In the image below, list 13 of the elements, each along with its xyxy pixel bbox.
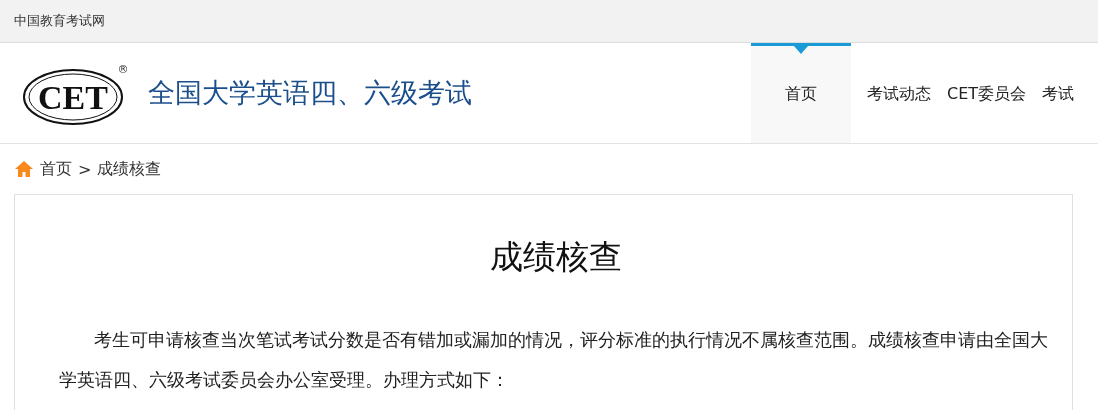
nav-tab[interactable]: 考试动态 [859,43,939,143]
pointer-icon [794,46,808,54]
site-title: 全国大学英语四、六级考试 [148,76,472,110]
breadcrumb-link[interactable]: 首页 [40,158,72,180]
nav-tab[interactable]: 考试 [1034,43,1083,143]
article-title: 成绩核查 [488,236,623,278]
site-name[interactable]: 中国教育考试网 [14,12,105,30]
breadcrumb-separator: > [78,159,92,179]
breadcrumb-current: 成绩核查 [97,158,162,180]
article-paragraph: 考生可申请核查当次笔试考试分数是否有错加或漏加的情况，评分标准的执行情况不属核查范围。成绩核查申请由全国大学英语四、六级考试委员会办公室受理。办理方式如下： [59,329,1050,392]
nav-tab[interactable]: CET委员会 [939,43,1035,143]
home-icon [14,160,34,178]
nav-tab[interactable]: 首页 [751,43,851,143]
